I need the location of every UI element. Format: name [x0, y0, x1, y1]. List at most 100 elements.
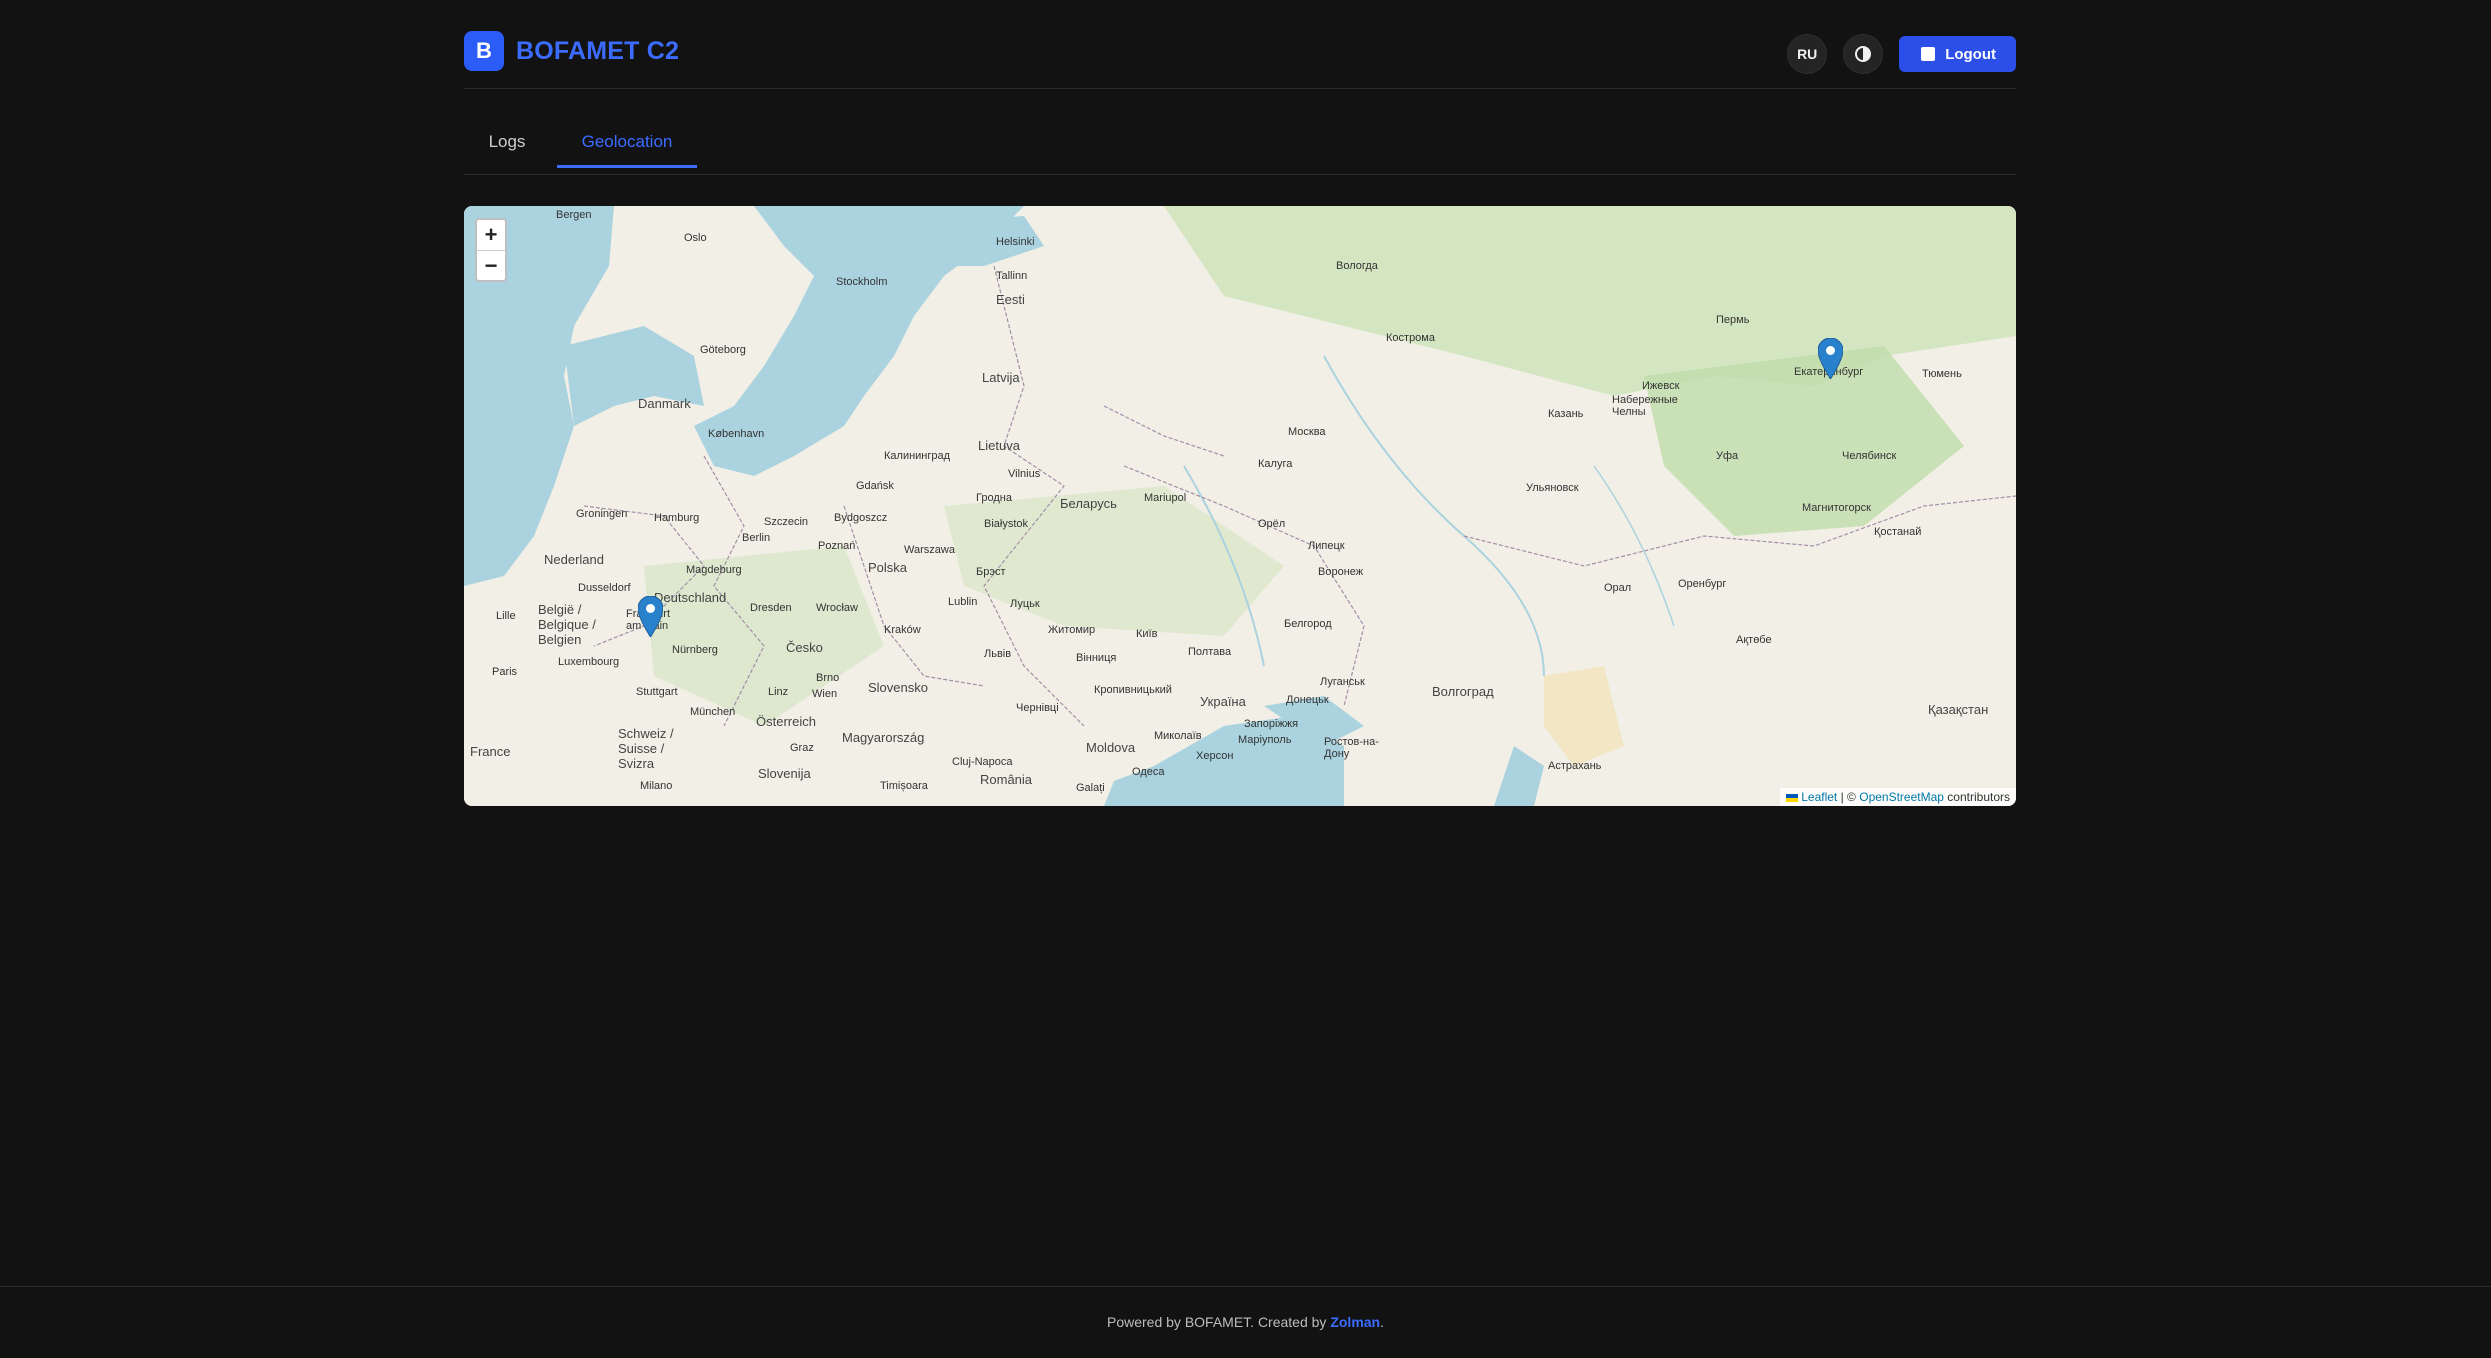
map-label: Брэст	[976, 566, 1006, 578]
map-label: Воронеж	[1318, 566, 1364, 578]
map-label: Полтава	[1188, 646, 1232, 658]
map-label: Nürnberg	[672, 644, 718, 656]
map-label: Polska	[868, 560, 908, 575]
map-label: Hamburg	[654, 512, 700, 524]
map-label: Cluj-Napoca	[952, 756, 1013, 768]
contrast-icon	[1855, 46, 1872, 62]
brand-logo: B	[464, 31, 504, 71]
map-label: Deutschland	[654, 590, 727, 605]
tab-bar: Logs Geolocation	[464, 118, 2016, 175]
map-label: Запоріжжя	[1244, 718, 1299, 730]
logout-button[interactable]: Logout	[1899, 36, 2016, 72]
language-button[interactable]: RU	[1787, 34, 1828, 74]
map-label: Челябинск	[1842, 450, 1897, 462]
map-label: Орёл	[1258, 518, 1286, 530]
map-label: Липецк	[1308, 540, 1345, 552]
map-label: München	[690, 706, 736, 718]
map-label: Вологда	[1336, 260, 1378, 272]
brand[interactable]: B BOFAMET C2	[464, 31, 679, 71]
map-label: Lietuva	[978, 438, 1020, 453]
map-label: Timișoara	[880, 780, 928, 792]
map-label: Helsinki	[996, 236, 1035, 248]
map-label: Казань	[1548, 408, 1584, 420]
map-label: Миколаїв	[1154, 730, 1202, 742]
map-label: Brno	[816, 672, 840, 684]
map-label: Донецьк	[1286, 694, 1329, 706]
map-label: Lublin	[948, 596, 978, 608]
osm-link[interactable]: OpenStreetMap	[1859, 790, 1944, 804]
theme-toggle-button[interactable]	[1843, 34, 1884, 74]
map-label: Latvija	[982, 370, 1020, 385]
ukraine-flag-icon	[1786, 793, 1799, 802]
map-label: Ульяновск	[1526, 482, 1579, 494]
map-label: Оренбург	[1678, 578, 1727, 590]
map-label: Калуга	[1258, 458, 1293, 470]
tab-geolocation[interactable]: Geolocation	[557, 118, 697, 168]
zoom-in-button[interactable]: +	[477, 220, 505, 251]
map-label: France	[470, 744, 511, 759]
location-marker-frankfurt[interactable]	[638, 596, 663, 637]
map-label: Slovensko	[868, 680, 928, 695]
map-label: Warszawa	[904, 544, 955, 556]
map-label: Луцьк	[1010, 598, 1040, 610]
map-label: Gdańsk	[856, 480, 894, 492]
map-label: Ростов-на-Дону	[1324, 736, 1379, 760]
zoom-control: + −	[475, 218, 507, 282]
map-label: Тюмень	[1922, 368, 1962, 380]
map-label: Linz	[768, 686, 789, 698]
map-label: Белгород	[1284, 618, 1332, 630]
map-label: Lille	[496, 610, 516, 622]
map-label: Groningen	[576, 508, 628, 520]
map-label: Luxembourg	[558, 656, 620, 668]
map-label: Bergen	[556, 209, 592, 221]
map-label: Кострома	[1386, 332, 1435, 344]
map-label: Астрахань	[1548, 760, 1602, 772]
geolocation-map[interactable]: + − Bergen Oslo Stockholm Helsinki Talli…	[464, 206, 2016, 806]
map-label: Херсон	[1196, 750, 1234, 762]
map-label: Magyarország	[842, 730, 925, 745]
map-label: Беларусь	[1060, 496, 1117, 511]
footer: Powered by BOFAMET. Created by Zolman.	[0, 1286, 2491, 1358]
map-label: Магнитогорск	[1802, 502, 1871, 514]
footer-text: Powered by BOFAMET. Created by	[1107, 1314, 1331, 1330]
map-label: Österreich	[756, 714, 816, 729]
map-label: Oslo	[684, 232, 707, 244]
map-label: Milano	[640, 780, 673, 792]
header-actions: RU Logout	[1787, 34, 2016, 74]
map-label: Mariupol	[1144, 492, 1187, 504]
map-label: Eesti	[996, 292, 1025, 307]
map-label: Луганськ	[1320, 676, 1365, 688]
map-label: Қазақстан	[1928, 702, 1989, 717]
zoom-out-button[interactable]: −	[477, 251, 505, 281]
map-label: Paris	[492, 666, 518, 678]
map-label: Tallinn	[996, 270, 1028, 282]
tab-logs[interactable]: Logs	[464, 118, 550, 165]
leaflet-link[interactable]: Leaflet	[1801, 790, 1837, 804]
map-label: Калининград	[884, 450, 951, 462]
logout-icon	[1921, 47, 1936, 61]
map-label: Ақтөбе	[1736, 634, 1772, 646]
attribution-suffix: contributors	[1947, 790, 2010, 804]
map-label: Волгоград	[1432, 684, 1494, 699]
map-label: Szczecin	[764, 516, 809, 528]
footer-author-link[interactable]: Zolman	[1330, 1314, 1380, 1330]
map-label: Poznań	[818, 540, 856, 552]
map-label: Одеса	[1132, 766, 1165, 778]
location-marker-ekaterinburg[interactable]	[1818, 338, 1843, 379]
attribution-separator: | ©	[1840, 790, 1856, 804]
map-label: Danmark	[638, 396, 691, 411]
map-label: Wien	[812, 688, 838, 700]
map-label: Ижевск	[1642, 380, 1680, 392]
map-label: Житомир	[1048, 624, 1096, 636]
map-label: Nederland	[544, 552, 604, 567]
map-label: Dresden	[750, 602, 792, 614]
map-label: Stuttgart	[636, 686, 678, 698]
map-label: Galați	[1076, 782, 1105, 794]
map-label: Kraków	[884, 624, 921, 636]
map-attribution: Leaflet | © OpenStreetMap contributors	[1780, 788, 2016, 806]
map-label: Stockholm	[836, 276, 888, 288]
top-header: B BOFAMET C2 RU Logout	[464, 0, 2016, 89]
map-label: Graz	[790, 742, 814, 754]
map-label: Набережные Челны	[1612, 394, 1678, 418]
map-label: Україна	[1200, 694, 1246, 709]
